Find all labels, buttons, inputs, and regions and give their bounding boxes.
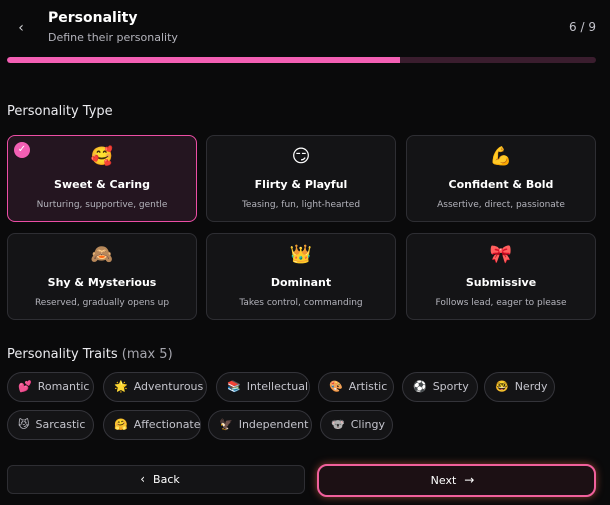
card-title: Shy & Mysterious: [47, 276, 157, 289]
back-button-label: Back: [153, 473, 180, 486]
trait-label: Nerdy: [514, 380, 548, 393]
trait-chip[interactable]: 🤗 Affectionate: [103, 410, 201, 440]
personality-emoji-icon: 🥰: [90, 146, 114, 167]
card-description: Reserved, gradually opens up: [34, 298, 170, 308]
card-title: Confident & Bold: [448, 178, 554, 191]
card-description: Nurturing, supportive, gentle: [36, 200, 168, 210]
trait-chip[interactable]: 📚 Intellectual: [216, 372, 310, 402]
personality-type-card[interactable]: 👑 Dominant Takes control, commanding: [206, 233, 396, 320]
personality-type-heading: Personality Type: [7, 104, 113, 119]
trait-emoji-icon: 🌟: [114, 380, 128, 393]
chevron-left-icon: ‹: [140, 472, 146, 486]
trait-label: Artistic: [348, 380, 388, 393]
card-description: Teasing, fun, light-hearted: [241, 200, 361, 210]
page-title: Personality: [48, 10, 138, 26]
personality-emoji-icon: 🎀: [489, 244, 513, 265]
trait-emoji-icon: 💕: [18, 380, 32, 393]
card-title: Sweet & Caring: [54, 178, 150, 191]
progress-fill: [7, 57, 400, 63]
trait-label: Romantic: [37, 380, 90, 393]
trait-emoji-icon: 🎨: [329, 380, 343, 393]
card-title: Dominant: [270, 276, 332, 289]
trait-label: Sarcastic: [35, 418, 86, 431]
personality-type-card[interactable]: 😏 Flirty & Playful Teasing, fun, light-hea…: [206, 135, 396, 222]
trait-chip[interactable]: 🎨 Artistic: [318, 372, 394, 402]
card-title: Flirty & Playful: [254, 178, 348, 191]
personality-type-card[interactable]: 💪 Confident & Bold Assertive, direct, pass…: [406, 135, 596, 222]
trait-chip[interactable]: 🦅 Independent: [208, 410, 312, 440]
trait-chip[interactable]: 🤓 Nerdy: [484, 372, 555, 402]
trait-emoji-icon: 🦅: [219, 418, 233, 431]
personality-traits-heading: Personality Traits (max 5): [7, 347, 173, 362]
personality-emoji-icon: 💪: [489, 146, 513, 167]
max-traits-note: (max 5): [121, 347, 173, 362]
trait-chip[interactable]: 🐨 Clingy: [320, 410, 393, 440]
personality-emoji-icon: 👑: [289, 244, 313, 265]
trait-chip[interactable]: 😼 Sarcastic: [7, 410, 94, 440]
personality-emoji-icon: 🙈: [90, 244, 114, 265]
trait-chip[interactable]: 💕 Romantic: [7, 372, 94, 402]
trait-emoji-icon: 😼: [18, 418, 30, 431]
step-counter: 6 / 9: [569, 20, 596, 34]
personality-emoji-icon: 😏: [291, 146, 311, 167]
trait-chip[interactable]: ⚽ Sporty: [402, 372, 478, 402]
arrow-right-icon: →: [464, 473, 475, 487]
next-button-label: Next: [430, 474, 457, 487]
personality-type-card[interactable]: 🎀 Submissive Follows lead, eager to please: [406, 233, 596, 320]
personality-type-card[interactable]: 🙈 Shy & Mysterious Reserved, gradually ope…: [7, 233, 197, 320]
trait-emoji-icon: 📚: [227, 380, 241, 393]
back-button[interactable]: ‹ Back: [7, 465, 305, 494]
trait-emoji-icon: 🤓: [495, 380, 509, 393]
progress-bar: [7, 57, 596, 63]
personality-traits-label: Personality Traits: [7, 347, 118, 362]
card-description: Follows lead, eager to please: [435, 298, 567, 308]
trait-emoji-icon: ⚽: [413, 380, 427, 393]
personality-type-card[interactable]: ✓ 🥰 Sweet & Caring Nurturing, supportive, g…: [7, 135, 197, 222]
trait-label: Clingy: [350, 418, 385, 431]
chevron-left-icon[interactable]: ‹: [14, 20, 28, 36]
trait-emoji-icon: 🤗: [114, 418, 128, 431]
next-button[interactable]: Next →: [317, 464, 596, 497]
header: ‹ Personality Define their personality 6…: [0, 0, 610, 50]
personality-type-label: Personality Type: [7, 104, 113, 119]
trait-label: Adventurous: [133, 380, 204, 393]
trait-label: Sporty: [432, 380, 469, 393]
trait-chip[interactable]: 🌟 Adventurous: [103, 372, 207, 402]
trait-label: Affectionate: [133, 418, 201, 431]
trait-label: Independent: [238, 418, 309, 431]
card-description: Assertive, direct, passionate: [437, 200, 565, 210]
page-subtitle: Define their personality: [48, 31, 178, 44]
card-description: Takes control, commanding: [239, 298, 363, 308]
trait-label: Intellectual: [246, 380, 309, 393]
trait-emoji-icon: 🐨: [331, 418, 345, 431]
card-title: Submissive: [465, 276, 537, 289]
